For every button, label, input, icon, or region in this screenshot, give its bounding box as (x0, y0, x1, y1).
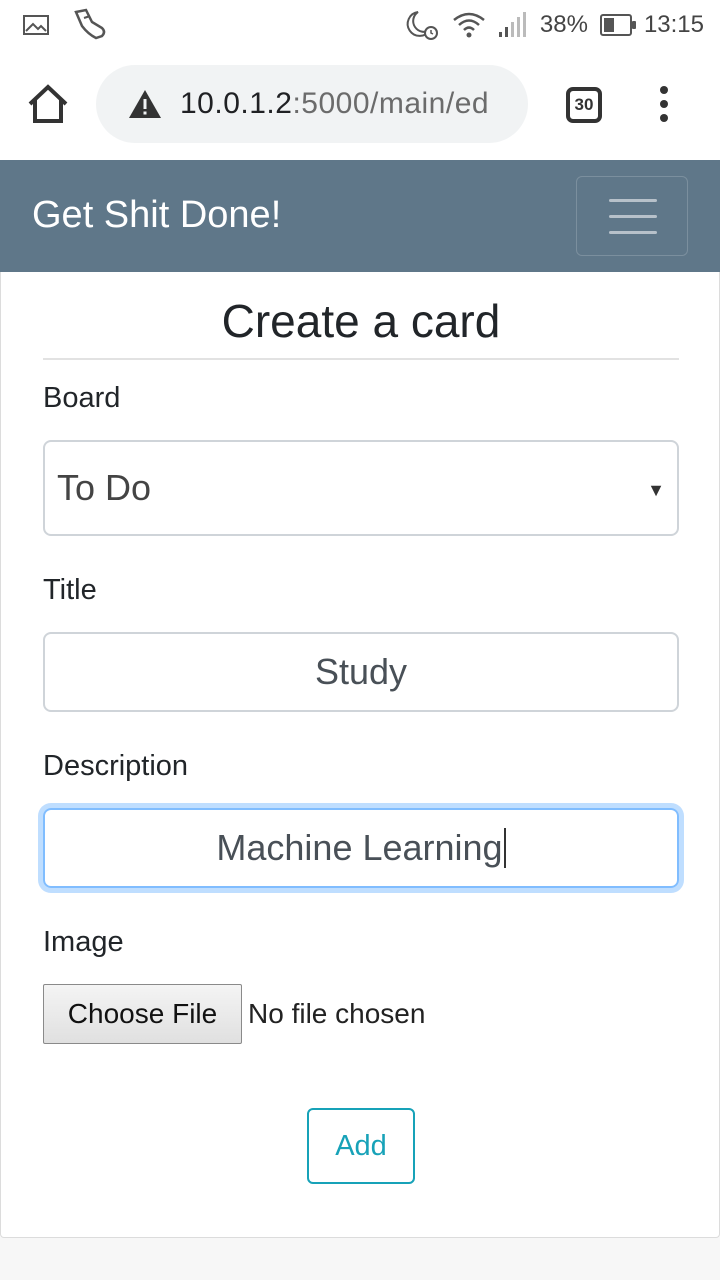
create-card-panel: Create a card Board To Do ▼ Title Study … (0, 272, 720, 1238)
url-host: 10.0.1.2 (180, 87, 293, 120)
title-label: Title (43, 574, 97, 606)
clock: 13:15 (643, 11, 704, 38)
title-input-value: Study (314, 651, 408, 692)
board-select[interactable]: To Do ▼ (43, 440, 679, 536)
board-select-value: To Do (57, 467, 152, 508)
board-label: Board (43, 382, 121, 414)
chevron-down-icon: ▼ (647, 480, 665, 500)
title-input[interactable]: Study (43, 632, 679, 712)
gallery-icon (23, 15, 49, 35)
battery-percent: 38% (539, 11, 588, 38)
url-path: :5000/main/ed (292, 87, 490, 120)
tab-switcher-button[interactable]: 30 (566, 87, 602, 123)
navbar: Get Shit Done! (0, 160, 720, 272)
sneaker-icon (74, 8, 106, 40)
choose-file-button[interactable]: Choose File (43, 984, 242, 1044)
navbar-toggler-button[interactable] (576, 176, 688, 256)
image-file-input: Choose File No file chosen (43, 984, 425, 1044)
home-icon[interactable] (24, 80, 72, 128)
warning-icon[interactable] (128, 89, 162, 119)
moon-alarm-icon (406, 11, 438, 40)
address-bar[interactable]: 10.0.1.2:5000/main/ed (96, 65, 528, 143)
file-status-text: No file chosen (248, 998, 426, 1029)
add-button[interactable]: Add (307, 1108, 415, 1184)
status-bar: 38% 13:15 (0, 0, 720, 50)
title-divider (43, 358, 679, 360)
wifi-icon (453, 12, 485, 38)
more-menu-icon[interactable] (652, 86, 676, 126)
image-label: Image (43, 926, 124, 958)
battery-icon (599, 14, 636, 36)
tab-count: 30 (574, 95, 594, 114)
description-label: Description (43, 750, 189, 782)
page-title: Create a card (221, 295, 501, 347)
navbar-brand[interactable]: Get Shit Done! (32, 194, 281, 237)
signal-icon (498, 12, 526, 37)
url-text[interactable]: 10.0.1.2:5000/main/ed (180, 87, 489, 121)
description-input-value: Machine Learning (216, 827, 503, 868)
description-input[interactable]: Machine Learning (43, 808, 679, 888)
browser-toolbar: 10.0.1.2:5000/main/ed 30 (0, 50, 720, 160)
text-cursor (503, 828, 506, 868)
